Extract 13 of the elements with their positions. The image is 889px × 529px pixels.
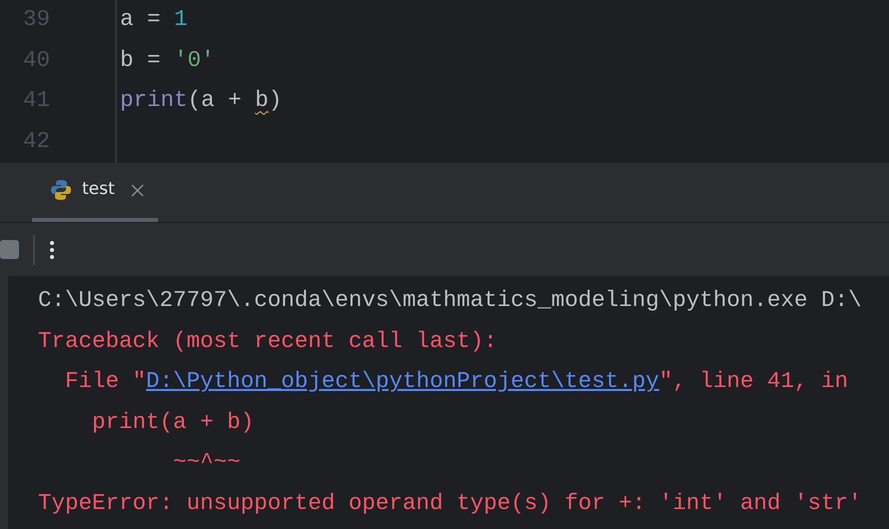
console-line: Traceback (most recent call last):	[38, 326, 498, 356]
console-line: ~~^~~	[172, 448, 241, 478]
console-line: TypeError: unsupported operand type(s) for +: 'int' and 'str'	[38, 488, 862, 518]
console-line: print(a + b)	[91, 408, 254, 437]
console-line: File "D:\Python_object\pythonProject\test.py", line 41, in	[64, 367, 848, 396]
code-line: b = '0'	[120, 46, 215, 75]
console-line: C:\Users\27797\.conda\envs\mathmatics_modeling\python.exe D:\	[38, 286, 862, 316]
python-logo-icon	[50, 179, 72, 201]
file-link[interactable]: D:\Python_object\pythonProject\test.py	[146, 368, 660, 394]
close-icon[interactable]	[130, 184, 144, 198]
more-options-icon[interactable]	[49, 240, 55, 260]
code-line: print(a + b)	[120, 86, 282, 116]
code-line: a = 1	[120, 5, 188, 34]
